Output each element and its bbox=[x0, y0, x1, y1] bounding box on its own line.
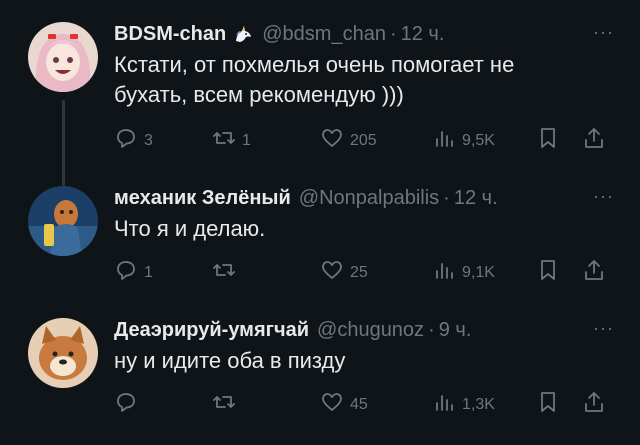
views-button[interactable]: 9,5K bbox=[432, 126, 495, 155]
reply-button[interactable]: 1 bbox=[114, 258, 153, 287]
reply-icon bbox=[114, 258, 138, 287]
avatar[interactable] bbox=[28, 22, 98, 92]
reply-button[interactable] bbox=[114, 390, 144, 419]
views-chart-icon bbox=[432, 126, 456, 155]
views-button[interactable]: 1,3K bbox=[432, 390, 495, 419]
bookmark-button[interactable] bbox=[536, 126, 560, 155]
separator-dot: · bbox=[428, 318, 435, 341]
heart-icon bbox=[320, 258, 344, 287]
separator-dot: · bbox=[389, 22, 397, 45]
retweet-icon bbox=[212, 390, 236, 419]
tweet-text: ну и идите оба в пизду bbox=[114, 348, 346, 373]
display-name[interactable]: Деаэрируй-умягчай bbox=[114, 319, 309, 342]
bookmark-icon bbox=[536, 126, 560, 155]
more-options-icon[interactable]: ··· bbox=[593, 318, 614, 339]
like-count: 205 bbox=[350, 131, 377, 149]
views-count: 1,3K bbox=[462, 395, 495, 413]
user-handle[interactable]: @bdsm_chan bbox=[262, 23, 386, 46]
retweet-icon bbox=[212, 258, 236, 287]
share-icon bbox=[582, 126, 606, 155]
more-options-icon[interactable]: ··· bbox=[593, 186, 614, 207]
share-button[interactable] bbox=[582, 390, 606, 419]
tweet-header: BDSM-chan @bdsm_chan · 12 ч. bbox=[114, 18, 620, 50]
action-bar: 45 1,3K bbox=[114, 390, 620, 420]
heart-icon bbox=[320, 126, 344, 155]
share-button[interactable] bbox=[582, 126, 606, 155]
reply-count: 1 bbox=[144, 263, 153, 281]
action-bar: 3 1 205 9,5K bbox=[114, 126, 620, 156]
like-button[interactable]: 45 bbox=[320, 390, 368, 419]
like-count: 25 bbox=[350, 263, 368, 281]
unicorn-emoji-icon bbox=[232, 23, 254, 45]
reply-thread: BDSM-chan @bdsm_chan · 12 ч. ··· Кстати,… bbox=[0, 0, 640, 445]
views-chart-icon bbox=[432, 258, 456, 287]
reply-count: 3 bbox=[144, 131, 153, 149]
user-handle[interactable]: @chugunoz bbox=[317, 319, 424, 342]
reply-icon bbox=[114, 126, 138, 155]
display-name[interactable]: BDSM-chan bbox=[114, 23, 226, 46]
share-button[interactable] bbox=[582, 258, 606, 287]
views-button[interactable]: 9,1K bbox=[432, 258, 495, 287]
share-icon bbox=[582, 390, 606, 419]
share-icon bbox=[582, 258, 606, 287]
timestamp[interactable]: 12 ч. bbox=[401, 23, 445, 46]
bookmark-button[interactable] bbox=[536, 390, 560, 419]
bookmark-button[interactable] bbox=[536, 258, 560, 287]
retweet-button[interactable] bbox=[212, 258, 242, 287]
tweet-header: Деаэрируй-умягчай @chugunoz · 9 ч. bbox=[114, 314, 620, 346]
tweet-text: Кстати, от похмелья очень помогает не бу… bbox=[114, 52, 515, 107]
views-chart-icon bbox=[432, 390, 456, 419]
display-name[interactable]: механик Зелёный bbox=[114, 187, 291, 210]
timestamp[interactable]: 12 ч. bbox=[454, 187, 498, 210]
thread-connector bbox=[62, 100, 65, 186]
views-count: 9,5K bbox=[462, 131, 495, 149]
tweet-text: Что я и делаю. bbox=[114, 216, 266, 241]
tweet-header: механик Зелёный @Nonpalpabilis · 12 ч. bbox=[114, 182, 620, 214]
user-handle[interactable]: @Nonpalpabilis bbox=[299, 187, 439, 210]
retweet-count: 1 bbox=[242, 131, 251, 149]
like-button[interactable]: 205 bbox=[320, 126, 377, 155]
timestamp[interactable]: 9 ч. bbox=[439, 319, 472, 342]
retweet-button[interactable] bbox=[212, 390, 242, 419]
avatar[interactable] bbox=[28, 318, 98, 388]
heart-icon bbox=[320, 390, 344, 419]
more-options-icon[interactable]: ··· bbox=[593, 22, 614, 43]
like-button[interactable]: 25 bbox=[320, 258, 368, 287]
separator-dot: · bbox=[443, 186, 450, 209]
bookmark-icon bbox=[536, 390, 560, 419]
retweet-icon bbox=[212, 126, 236, 155]
views-count: 9,1K bbox=[462, 263, 495, 281]
like-count: 45 bbox=[350, 395, 368, 413]
bookmark-icon bbox=[536, 258, 560, 287]
avatar[interactable] bbox=[28, 186, 98, 256]
reply-button[interactable]: 3 bbox=[114, 126, 153, 155]
action-bar: 1 25 9,1K bbox=[114, 258, 620, 288]
retweet-button[interactable]: 1 bbox=[212, 126, 251, 155]
reply-icon bbox=[114, 390, 138, 419]
